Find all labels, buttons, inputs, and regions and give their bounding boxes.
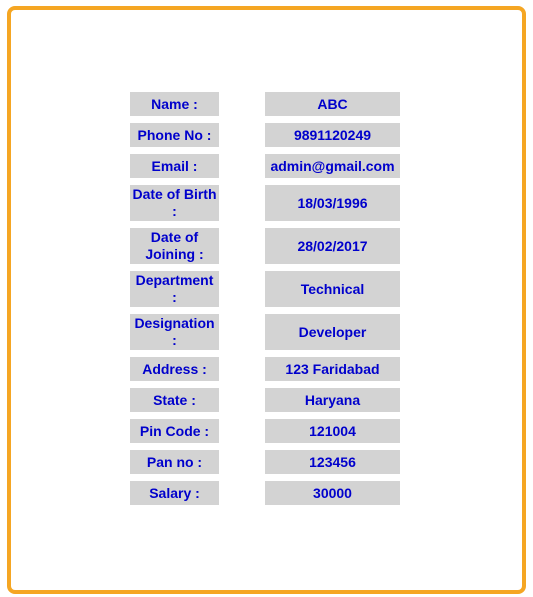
designation-value: Developer xyxy=(265,314,400,350)
row-pan: Pan no : 123456 xyxy=(130,450,400,474)
state-label: State : xyxy=(130,388,219,412)
row-address: Address : 123 Faridabad xyxy=(130,357,400,381)
row-doj: Date of Joining : 28/02/2017 xyxy=(130,228,400,264)
department-label: Department : xyxy=(130,271,219,307)
phone-label: Phone No : xyxy=(130,123,219,147)
address-label: Address : xyxy=(130,357,219,381)
row-designation: Designation : Developer xyxy=(130,314,400,350)
email-label: Email : xyxy=(130,154,219,178)
pan-label: Pan no : xyxy=(130,450,219,474)
row-phone: Phone No : 9891120249 xyxy=(130,123,400,147)
phone-value: 9891120249 xyxy=(265,123,400,147)
pincode-label: Pin Code : xyxy=(130,419,219,443)
dob-value: 18/03/1996 xyxy=(265,185,400,221)
pincode-value: 121004 xyxy=(265,419,400,443)
state-value: Haryana xyxy=(265,388,400,412)
row-pincode: Pin Code : 121004 xyxy=(130,419,400,443)
email-value: admin@gmail.com xyxy=(265,154,400,178)
name-label: Name : xyxy=(130,92,219,116)
salary-value: 30000 xyxy=(265,481,400,505)
name-value: ABC xyxy=(265,92,400,116)
doj-label: Date of Joining : xyxy=(130,228,219,264)
designation-label: Designation : xyxy=(130,314,219,350)
row-department: Department : Technical xyxy=(130,271,400,307)
dob-label: Date of Birth : xyxy=(130,185,219,221)
row-salary: Salary : 30000 xyxy=(130,481,400,505)
row-dob: Date of Birth : 18/03/1996 xyxy=(130,185,400,221)
row-name: Name : ABC xyxy=(130,92,400,116)
doj-value: 28/02/2017 xyxy=(265,228,400,264)
salary-label: Salary : xyxy=(130,481,219,505)
pan-value: 123456 xyxy=(265,450,400,474)
row-state: State : Haryana xyxy=(130,388,400,412)
department-value: Technical xyxy=(265,271,400,307)
address-value: 123 Faridabad xyxy=(265,357,400,381)
profile-details-table: Name : ABC Phone No : 9891120249 Email :… xyxy=(130,92,400,512)
row-email: Email : admin@gmail.com xyxy=(130,154,400,178)
